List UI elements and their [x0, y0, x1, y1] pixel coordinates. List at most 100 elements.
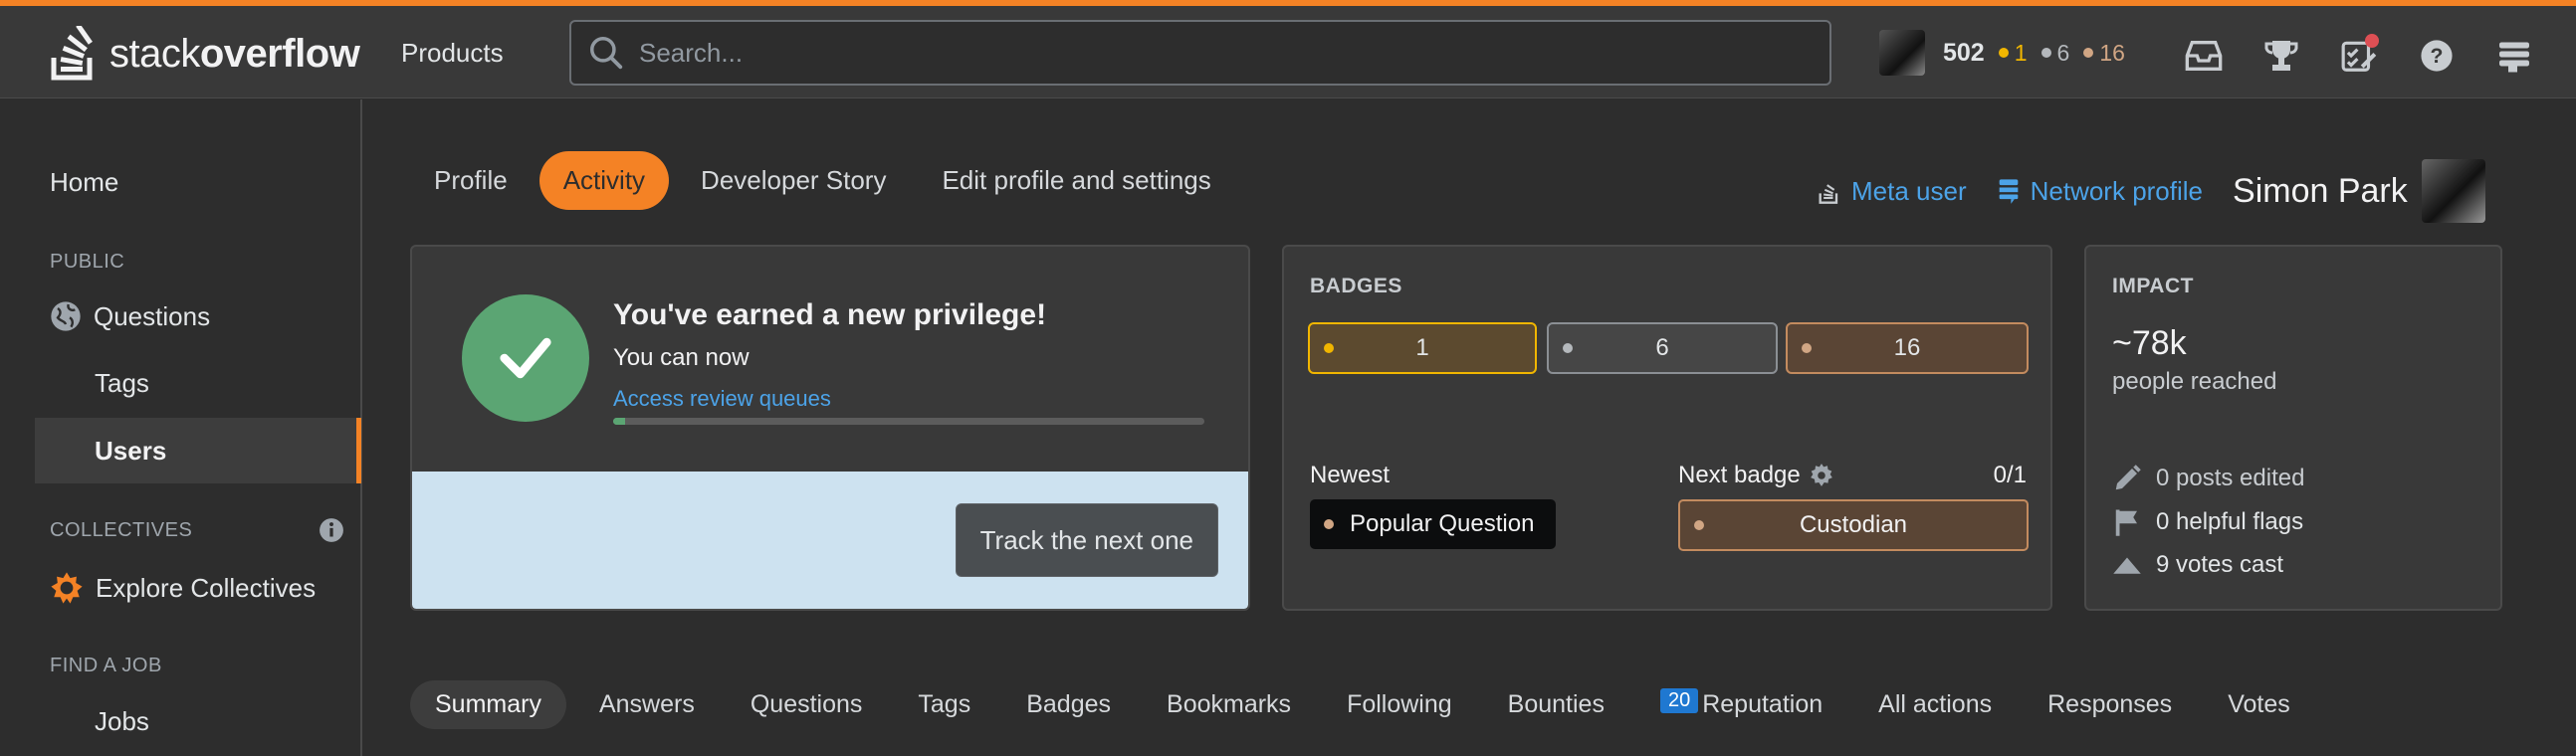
sidebar-item-tags[interactable]: Tags — [95, 368, 149, 399]
tab-summary[interactable]: Summary — [410, 680, 566, 729]
profile-tabs: Profile Activity Developer Story Edit pr… — [410, 151, 1235, 210]
gear-icon[interactable] — [1809, 463, 1834, 488]
tab-bookmarks[interactable]: Bookmarks — [1142, 680, 1316, 729]
helpful-flags-row: 0 helpful flags — [2112, 507, 2303, 537]
progress-fill — [613, 418, 625, 425]
sidebar-item-questions[interactable]: Questions — [50, 300, 210, 332]
newest-badge[interactable]: Popular Question — [1310, 499, 1557, 549]
bronze-badge-count: 16 — [1893, 334, 1921, 361]
next-badge-text: Next badge — [1678, 462, 1801, 488]
globe-icon — [51, 301, 81, 331]
meta-user-link[interactable]: Meta user — [1818, 176, 1967, 207]
left-sidebar: Home PUBLIC Questions Tags Users COLLECT… — [0, 99, 362, 756]
sidebar-item-jobs[interactable]: Jobs — [95, 706, 149, 737]
user-display-name: Simon Park — [2233, 171, 2408, 210]
tab-badges[interactable]: Badges — [1001, 680, 1136, 729]
sidebar-heading-find-job: FIND A JOB — [50, 655, 162, 676]
track-next-button[interactable]: Track the next one — [955, 503, 1218, 577]
tab-questions[interactable]: Questions — [726, 680, 888, 729]
reputation-change-badge: 20 — [1659, 688, 1699, 713]
tab-answers[interactable]: Answers — [574, 680, 720, 729]
products-menu[interactable]: Products — [401, 38, 504, 69]
privilege-title: You've earned a new privilege! — [613, 298, 1047, 331]
sidebar-heading-collectives: COLLECTIVES — [50, 519, 193, 541]
privilege-footer: Track the next one — [412, 472, 1248, 609]
stackoverflow-logo[interactable]: stackoverflow — [50, 24, 360, 84]
search-bar[interactable] — [569, 20, 1831, 86]
sidebar-item-users[interactable]: Users — [95, 436, 166, 467]
site-switcher-icon[interactable] — [2492, 36, 2536, 76]
tab-activity[interactable]: Activity — [538, 151, 670, 210]
tab-responses[interactable]: Responses — [2023, 680, 2197, 729]
silver-badge-dot — [2040, 48, 2051, 58]
stack-logo-icon — [51, 26, 93, 81]
pencil-icon — [2115, 465, 2141, 490]
topbar: stackoverflow Products 502 1 6 16 ? — [0, 6, 2576, 98]
avatar[interactable] — [2421, 159, 2485, 223]
meta-stack-icon — [1819, 184, 1838, 204]
tab-reputation[interactable]: 20 Reputation — [1635, 680, 1847, 729]
next-badge-progress: 0/1 — [1993, 462, 2027, 488]
badges-card: BADGES 1 6 16 Newest Popular Question Ne… — [1282, 245, 2052, 611]
tab-profile[interactable]: Profile — [410, 151, 532, 210]
network-profile-label: Network profile — [2030, 175, 2204, 206]
tab-votes[interactable]: Votes — [2203, 680, 2315, 729]
helpful-flags-text: 0 helpful flags — [2156, 508, 2304, 535]
inbox-icon[interactable] — [2182, 36, 2226, 76]
sidebar-item-explore-collectives[interactable]: Explore Collectives — [50, 571, 316, 605]
sidebar-item-users-active-bg — [35, 418, 361, 483]
bronze-badge-dot — [1324, 519, 1334, 529]
badges-label: BADGES — [1310, 275, 1402, 297]
search-icon — [590, 37, 623, 70]
privilege-progress-bar — [613, 418, 1204, 425]
tab-tags[interactable]: Tags — [893, 680, 995, 729]
bronze-badge-dot — [2083, 48, 2094, 58]
gold-count: 1 — [2014, 39, 2028, 66]
sidebar-item-label: Explore Collectives — [96, 572, 317, 603]
trophy-icon[interactable] — [2259, 36, 2303, 76]
gold-badges-box[interactable]: 1 — [1308, 322, 1537, 374]
sidebar-item-home[interactable]: Home — [50, 167, 118, 198]
review-queue-icon[interactable] — [2337, 34, 2381, 76]
user-summary[interactable]: 502 1 6 16 — [1879, 28, 2125, 78]
info-icon[interactable] — [319, 517, 344, 543]
gold-badge-count: 1 — [1415, 334, 1429, 361]
gold-badge-dot — [1998, 48, 2009, 58]
silver-badges-box[interactable]: 6 — [1547, 322, 1778, 374]
newest-badge-name: Popular Question — [1350, 510, 1535, 537]
next-badge[interactable]: Custodian — [1678, 499, 2029, 551]
collectives-icon — [51, 572, 83, 604]
access-review-queues-link[interactable]: Access review queues — [613, 386, 831, 412]
flag-icon — [2115, 509, 2137, 536]
search-input[interactable] — [639, 37, 1784, 69]
newest-label: Newest — [1310, 462, 1391, 488]
bronze-badge-dot — [1694, 520, 1704, 530]
privilege-subtitle: You can now — [613, 344, 750, 371]
bronze-badges-box[interactable]: 16 — [1786, 322, 2029, 374]
notification-dot — [2365, 34, 2379, 48]
next-badge-name: Custodian — [1799, 511, 1908, 538]
activity-tabs: Summary Answers Questions Tags Badges Bo… — [410, 680, 2315, 729]
reputation-count: 502 — [1943, 38, 1985, 67]
profile-links: Meta user Network profile Simon Park — [1818, 159, 2485, 223]
silver-badge-count: 6 — [1655, 334, 1669, 361]
tab-developer-story[interactable]: Developer Story — [677, 151, 910, 210]
sidebar-heading-public: PUBLIC — [50, 251, 125, 273]
people-reached-label: people reached — [2112, 368, 2277, 395]
upvote-icon — [2113, 557, 2141, 574]
bronze-count: 16 — [2099, 39, 2125, 66]
tab-following[interactable]: Following — [1322, 680, 1477, 729]
help-icon[interactable]: ? — [2415, 36, 2459, 76]
avatar[interactable] — [1879, 30, 1925, 76]
gold-badge-dot — [1324, 343, 1334, 353]
checkmark-icon — [462, 294, 589, 422]
votes-cast-row: 9 votes cast — [2112, 551, 2283, 579]
network-profile-link[interactable]: Network profile — [1997, 176, 2203, 207]
tab-all-actions[interactable]: All actions — [1853, 680, 2017, 729]
tab-bounties[interactable]: Bounties — [1483, 680, 1629, 729]
votes-cast-text: 9 votes cast — [2156, 551, 2284, 578]
impact-card: IMPACT ~78k people reached 0 posts edite… — [2084, 245, 2502, 611]
tab-edit-profile[interactable]: Edit profile and settings — [918, 151, 1234, 210]
posts-edited-text: 0 posts edited — [2156, 465, 2305, 491]
privilege-top: You've earned a new privilege! You can n… — [412, 247, 1248, 472]
